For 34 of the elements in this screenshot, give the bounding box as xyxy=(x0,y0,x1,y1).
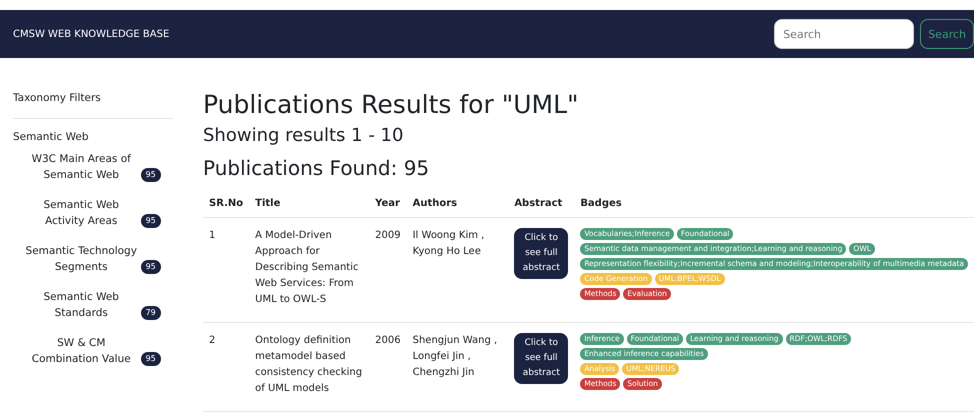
brand-title[interactable]: CMSW WEB KNOWLEDGE BASE xyxy=(13,28,774,40)
table-cell: 2009 xyxy=(369,218,407,322)
column-header: Title xyxy=(249,192,370,218)
title-cell: A Model-Driven Approach for Describing Semantic Web Services: From UML to OWL-S xyxy=(249,218,370,322)
section-heading: Semantic Web xyxy=(13,131,90,143)
filter-link[interactable]: SW & CM Combination Value xyxy=(25,335,138,367)
authors-cell: Shengjun Wang , Longfei Jin , Chengzhi Jin xyxy=(406,322,508,412)
page-heading: Publications Results for "UML" xyxy=(203,90,580,119)
table-cell: 2006 xyxy=(369,322,407,412)
authors-cell: Il Woong Kim , Kyong Ho Lee xyxy=(406,218,508,322)
abstract-button[interactable]: Click to see full abstract xyxy=(514,333,568,384)
filter-link[interactable]: Semantic Web Standards xyxy=(25,289,138,321)
table-cell: 1 xyxy=(203,218,250,322)
count-badge: 95 xyxy=(140,214,161,228)
results-range: Showing results 1 - 10 xyxy=(203,125,404,146)
filter-link[interactable]: Semantic Web Activity Areas xyxy=(25,197,138,229)
search-field[interactable]: Search xyxy=(774,19,914,49)
count-badge: 79 xyxy=(140,306,161,320)
filter-link[interactable]: W3C Main Areas of Semantic Web xyxy=(25,151,138,183)
abstract-button[interactable]: Click to see full abstract xyxy=(514,228,568,279)
title-cell: Ontology definition metamodel based consistency checking of UML models xyxy=(249,322,370,412)
results-count: Publications Found: 95 xyxy=(203,156,430,180)
sidebar-title: Taxonomy Filters xyxy=(13,92,173,119)
column-header: Authors xyxy=(406,192,508,218)
search-button[interactable]: Search xyxy=(920,19,974,49)
column-header: SR.No xyxy=(203,192,250,218)
count-badge: 95 xyxy=(140,352,161,366)
column-header: Abstract xyxy=(508,192,574,218)
count-badge: 95 xyxy=(140,260,161,274)
count-badge: 95 xyxy=(140,168,161,182)
table-cell: 2 xyxy=(203,322,250,412)
column-header: Badges xyxy=(574,192,974,218)
column-header: Year xyxy=(369,192,407,218)
filter-link[interactable]: Semantic Technology Segments xyxy=(25,243,138,275)
